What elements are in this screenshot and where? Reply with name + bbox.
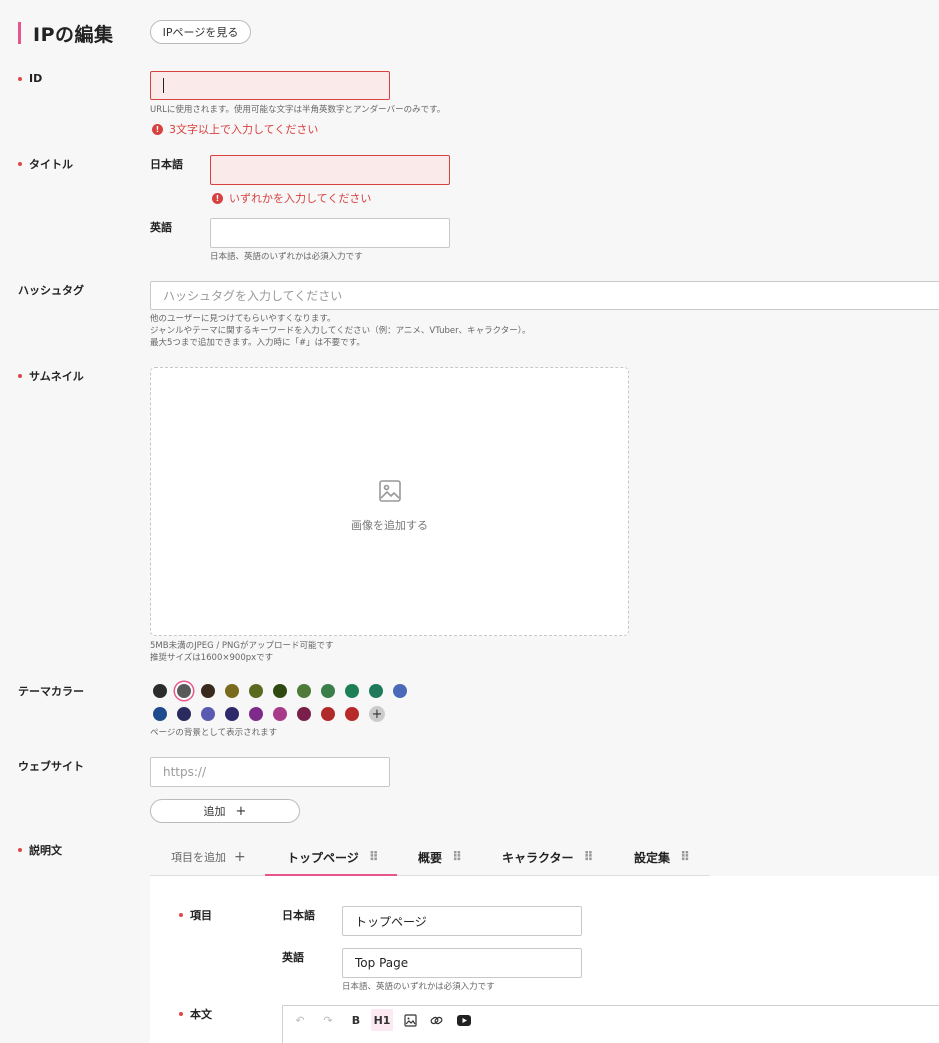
color-swatch[interactable] — [201, 684, 215, 698]
tab-character[interactable]: キャラクター ⠿ — [502, 849, 594, 866]
color-swatch[interactable] — [153, 684, 167, 698]
required-dot — [179, 1012, 183, 1016]
tab-top-page[interactable]: トップページ ⠿ — [287, 849, 379, 866]
required-dot — [179, 913, 183, 917]
plus-icon: + — [234, 849, 246, 865]
description-label: 説明文 — [18, 842, 62, 858]
required-dot — [18, 162, 22, 166]
title-ja-error: ! いずれかを入力してください — [212, 190, 371, 206]
color-swatch[interactable] — [321, 684, 335, 698]
color-swatch[interactable] — [273, 707, 287, 721]
color-swatch[interactable] — [177, 684, 191, 698]
color-swatches: + — [150, 680, 450, 728]
add-color-button[interactable]: + — [369, 706, 385, 722]
heading-button[interactable]: H1 — [371, 1009, 393, 1031]
hashtag-label: ハッシュタグ — [18, 284, 84, 297]
item-label: 項目 — [179, 907, 212, 923]
id-label: ID — [18, 72, 42, 85]
color-swatch[interactable] — [225, 707, 239, 721]
id-error: ! 3文字以上で入力してください — [152, 121, 318, 137]
view-ip-page-button[interactable]: IPページを見る — [150, 20, 251, 44]
theme-color-help: ページの背景として表示されます — [150, 728, 278, 738]
hashtag-input[interactable]: ハッシュタグを入力してください — [150, 281, 939, 310]
color-swatch[interactable] — [225, 684, 239, 698]
title-label: タイトル — [18, 156, 73, 172]
add-item-button[interactable]: 項目を追加 + — [171, 849, 246, 865]
website-label: ウェブサイト — [18, 760, 84, 773]
color-swatch[interactable] — [273, 684, 287, 698]
color-swatch[interactable] — [393, 684, 407, 698]
thumbnail-label: サムネイル — [18, 368, 84, 384]
color-swatch[interactable] — [297, 684, 311, 698]
rich-text-editor[interactable]: ↶ ↷ B H1 — [282, 1005, 939, 1043]
drag-handle-icon[interactable]: ⠿ — [369, 850, 379, 865]
thumbnail-help: 5MB未満のJPEG / PNGがアップロード可能です 推奨サイズは1600×9… — [150, 641, 334, 663]
theme-color-label: テーマカラー — [18, 685, 84, 698]
color-swatch[interactable] — [297, 707, 311, 721]
tab-overview[interactable]: 概要 ⠿ — [418, 849, 462, 866]
error-icon: ! — [212, 192, 223, 204]
link-icon[interactable] — [425, 1009, 447, 1031]
color-swatch[interactable] — [369, 684, 383, 698]
image-icon — [379, 480, 401, 502]
error-icon: ! — [152, 123, 163, 135]
redo-icon[interactable]: ↷ — [317, 1009, 339, 1031]
item-en-label: 英語 — [282, 951, 304, 964]
description-panel: 項目 日本語 トップページ 英語 Top Page 日本語、英語のいずれかは必須… — [150, 876, 939, 1043]
required-dot — [18, 374, 22, 378]
drag-handle-icon[interactable]: ⠿ — [680, 850, 690, 865]
color-swatch[interactable] — [153, 707, 167, 721]
dropzone-text: 画像を追加する — [351, 519, 428, 532]
title-en-input[interactable] — [210, 218, 450, 248]
hashtag-help: 他のユーザーに見つけてもらいやすくなります。 ジャンルやテーマに関するキーワード… — [150, 314, 531, 348]
required-dot — [18, 76, 22, 81]
color-swatch[interactable] — [345, 707, 359, 721]
text-caret — [163, 78, 164, 93]
youtube-icon[interactable] — [453, 1009, 475, 1031]
website-input[interactable]: https:// — [150, 757, 390, 787]
title-accent-bar — [18, 22, 21, 44]
required-dot — [18, 848, 22, 852]
title-ja-label: 日本語 — [150, 158, 183, 171]
item-help: 日本語、英語のいずれかは必須入力です — [342, 982, 495, 992]
title-en-label: 英語 — [150, 221, 172, 234]
plus-icon: + — [235, 803, 247, 819]
drag-handle-icon[interactable]: ⠿ — [584, 850, 594, 865]
item-ja-label: 日本語 — [282, 909, 315, 922]
body-label: 本文 — [179, 1006, 212, 1022]
item-en-input[interactable]: Top Page — [342, 948, 582, 978]
tab-settings[interactable]: 設定集 ⠿ — [634, 849, 690, 866]
bold-button[interactable]: B — [345, 1009, 367, 1031]
color-swatch[interactable] — [201, 707, 215, 721]
color-swatch[interactable] — [249, 707, 263, 721]
insert-image-icon[interactable] — [399, 1009, 421, 1031]
item-ja-input[interactable]: トップページ — [342, 906, 582, 936]
id-input[interactable] — [150, 71, 390, 100]
undo-icon[interactable]: ↶ — [289, 1009, 311, 1031]
title-help: 日本語、英語のいずれかは必須入力です — [210, 252, 363, 262]
add-website-button[interactable]: 追加 + — [150, 799, 300, 823]
drag-handle-icon[interactable]: ⠿ — [452, 850, 462, 865]
color-swatch[interactable] — [177, 707, 191, 721]
color-swatch[interactable] — [249, 684, 263, 698]
id-help: URLに使用されます。使用可能な文字は半角英数字とアンダーバーのみです。 — [150, 105, 446, 115]
thumbnail-dropzone[interactable]: 画像を追加する — [150, 367, 629, 636]
color-swatch[interactable] — [345, 684, 359, 698]
title-ja-input[interactable] — [210, 155, 450, 185]
page-title: IPの編集 — [33, 24, 114, 46]
color-swatch[interactable] — [321, 707, 335, 721]
